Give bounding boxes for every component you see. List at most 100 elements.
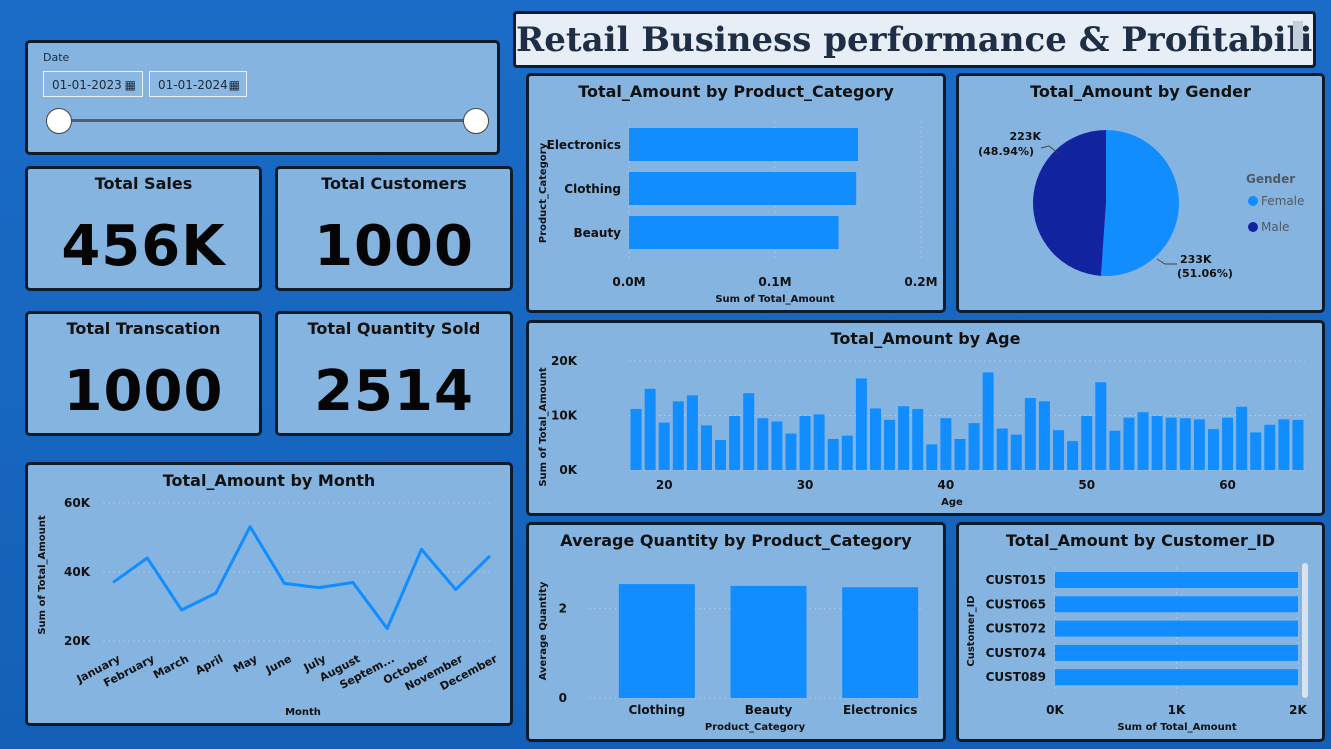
legend-title: Gender [1246, 172, 1295, 186]
pie-slice [1100, 130, 1179, 276]
x-tick-label: June [263, 652, 294, 677]
date-slicer-label: Date [43, 51, 70, 64]
category-label: Electronics [547, 138, 621, 152]
bar [1236, 406, 1248, 470]
legend-marker [1248, 222, 1258, 232]
x-tick-label: 1K [1168, 703, 1186, 717]
bar [644, 388, 656, 470]
bar [630, 408, 642, 470]
calendar-icon[interactable]: ▦ [125, 72, 136, 98]
bar [1193, 419, 1205, 470]
kpi-label: Total Sales [94, 174, 193, 193]
end-date-value: 01-01-2024 [158, 78, 228, 92]
bar [813, 414, 825, 470]
x-tick-label: May [231, 652, 259, 675]
month-line-chart: 20K40K60KJanuaryFebruaryMarch April May Jun… [37, 496, 500, 718]
x-tick-label: Beauty [745, 703, 793, 717]
kpi-total-sales: Total Sales 456K [25, 166, 262, 291]
y-axis-label: Product_Category [538, 142, 549, 243]
kpi-label: Total Quantity Sold [307, 319, 481, 338]
category-bar-chart: 0.0M 0.1M 0.2M Electronics Clothing Beauty Sum… [538, 121, 938, 305]
customer-chart-scrollbar[interactable] [1302, 563, 1308, 698]
bar [1053, 430, 1065, 470]
x-tick-label: 0.0M [612, 275, 645, 289]
bar [940, 418, 952, 470]
bar [841, 435, 853, 470]
range-end-handle[interactable] [463, 108, 489, 134]
bar [629, 128, 859, 161]
bar [1055, 669, 1298, 686]
x-tick-label: March [151, 652, 191, 681]
category-label: CUST015 [986, 573, 1046, 587]
x-axis-label: Age [941, 497, 963, 508]
x-tick-label: 40 [938, 478, 955, 492]
bar [715, 440, 727, 470]
slice-label-pct: (51.06%) [1177, 267, 1233, 280]
y-tick-label: 10K [551, 409, 578, 423]
start-date-input[interactable]: 01-01-2023 ▦ [43, 71, 143, 97]
date-range-track[interactable] [60, 119, 475, 122]
x-axis-label: Sum of Total_Amount [1117, 722, 1237, 733]
x-tick-label: 30 [797, 478, 814, 492]
title-banner: Retail Business performance & Profitabil… [513, 11, 1316, 68]
x-tick-label: 60 [1219, 478, 1236, 492]
bar [954, 438, 966, 470]
gender-pie-chart: 233K(51.06%) 223K (48.94%) Gender Female Male [978, 130, 1304, 280]
x-tick-label: 0.1M [758, 275, 791, 289]
x-tick-label: 2K [1289, 703, 1307, 717]
x-tick-label: April [193, 652, 225, 677]
x-tick-label: 50 [1078, 478, 1095, 492]
bar [1250, 432, 1262, 470]
age-chart-card: Total_Amount by Age 0K 10K 20K 20 30 40 50 60 Ag… [526, 320, 1325, 516]
bar [1067, 441, 1079, 470]
category-label: CUST072 [986, 622, 1046, 636]
bar [827, 438, 839, 470]
bar [926, 444, 938, 470]
kpi-total-transactions: Total Transcation 1000 [25, 311, 262, 436]
x-tick-label: 0.2M [904, 275, 937, 289]
kpi-value: 1000 [314, 214, 474, 279]
bar [1292, 419, 1304, 470]
bar [1109, 430, 1121, 470]
kpi-value: 456K [61, 214, 226, 279]
bar [785, 433, 797, 470]
calendar-icon[interactable]: ▦ [229, 72, 240, 98]
slice-label-value: 223K [1010, 130, 1042, 143]
title-scrollbar[interactable] [1293, 21, 1303, 49]
bar [1081, 416, 1093, 470]
bar [968, 423, 980, 470]
start-date-value: 01-01-2023 [52, 78, 122, 92]
range-start-handle[interactable] [46, 108, 72, 134]
bar [700, 425, 712, 470]
bar [1055, 572, 1298, 588]
x-axis-label: Product_Category [705, 722, 806, 733]
category-label: CUST065 [986, 597, 1046, 611]
bar [672, 401, 684, 470]
x-axis-label: Month [285, 707, 321, 718]
bar [1207, 429, 1219, 470]
kpi-total-customers: Total Customers 1000 [275, 166, 513, 291]
gender-chart-card: Total_Amount by Gender 233K (51.06%) 223K(… [956, 73, 1325, 313]
y-axis-label: Sum of Total_Amount [538, 367, 549, 487]
bar [869, 408, 881, 470]
bar [1055, 620, 1298, 637]
bar [982, 372, 994, 470]
customer-chart-card: Total_Amount by Customer_ID 0K 1K 2K CUST01… [956, 522, 1325, 742]
avg-quantity-bar-chart: 0 2 Clothing Beauty Electronics Product_Categ… [538, 581, 924, 733]
category-label: Beauty [574, 226, 622, 240]
y-tick-label: 2 [559, 602, 567, 616]
bar [1165, 417, 1177, 470]
end-date-input[interactable]: 01-01-2024 ▦ [149, 71, 247, 97]
bar [1038, 401, 1050, 470]
customer-bar-chart: 0K 1K 2K CUST015 CUST065 CUST072 CUST074 CUST08… [966, 567, 1308, 733]
bar [1137, 412, 1149, 470]
y-tick-label: 40K [64, 565, 91, 579]
x-tick-label: 0K [1046, 703, 1064, 717]
bar [1055, 596, 1298, 613]
category-label: Clothing [564, 182, 621, 196]
y-tick-label: 0 [559, 691, 567, 705]
legend-label: Female [1261, 194, 1304, 208]
bar [898, 406, 910, 470]
legend-marker [1248, 196, 1258, 206]
month-chart-card: Total_Amount by Month 20K 40K 60K January Fe… [25, 462, 513, 726]
